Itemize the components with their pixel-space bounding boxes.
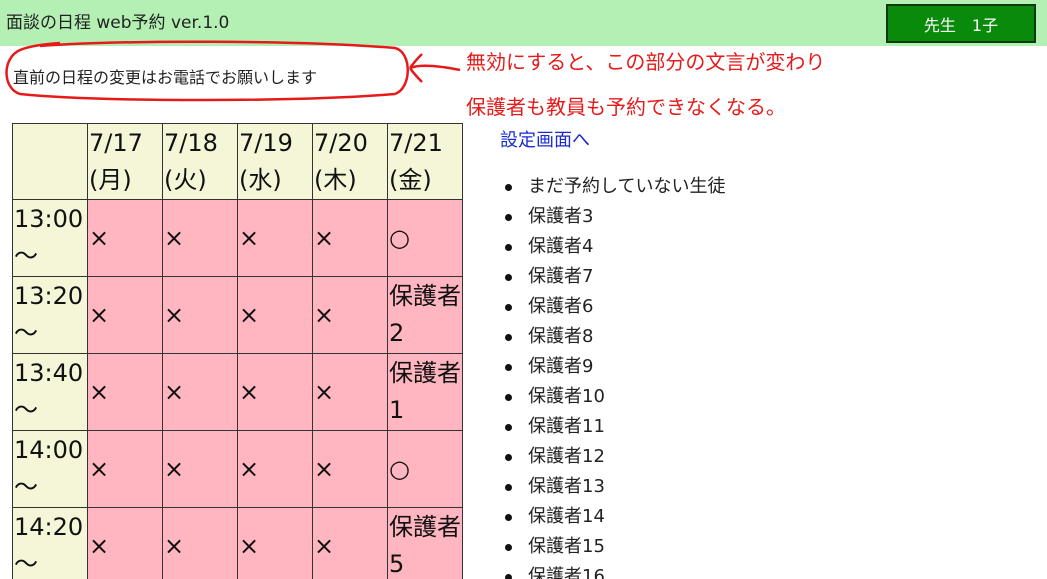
- slot-cell[interactable]: ○: [387, 199, 463, 277]
- list-item: 保護者8: [505, 325, 805, 355]
- time-label: 13:00 〜: [12, 199, 88, 277]
- slot-cell[interactable]: ×: [87, 276, 163, 354]
- slot-cell[interactable]: ×: [162, 199, 238, 277]
- day-date: 7/17: [89, 128, 143, 157]
- slot-cell[interactable]: ×: [162, 353, 238, 431]
- slot-cell[interactable]: ×: [312, 507, 388, 579]
- time-suffix: 〜: [14, 242, 38, 270]
- time-value: 13:40: [14, 359, 84, 387]
- time-label: 13:20 〜: [12, 276, 88, 354]
- app-header: 面談の日程 web予約 ver.1.0 先生 1子: [0, 0, 1047, 46]
- time-slot-row: 14:00 〜 × × × × ○: [12, 430, 463, 508]
- day-header: 7/18 (火): [162, 123, 238, 200]
- slot-cell[interactable]: ×: [312, 276, 388, 354]
- time-label: 14:00 〜: [12, 430, 88, 508]
- slot-cell[interactable]: ×: [87, 199, 163, 277]
- slot-cell[interactable]: ×: [237, 430, 313, 508]
- time-suffix: 〜: [14, 396, 38, 424]
- list-item: 保護者15: [505, 535, 805, 565]
- day-of-week: (月): [89, 165, 132, 194]
- time-label: 13:40 〜: [12, 353, 88, 431]
- corner-cell: [12, 123, 88, 200]
- slot-cell[interactable]: ×: [312, 353, 388, 431]
- day-of-week: (木): [314, 165, 357, 194]
- time-suffix: 〜: [14, 473, 38, 501]
- slot-cell[interactable]: ×: [237, 199, 313, 277]
- time-suffix: 〜: [14, 550, 38, 578]
- slot-cell[interactable]: ×: [237, 276, 313, 354]
- unreserved-list: まだ予約していない生徒 保護者3 保護者4 保護者7 保護者6 保護者8 保護者…: [505, 175, 805, 579]
- time-value: 13:00: [14, 205, 84, 233]
- annotation-line-1: 無効にすると、この部分の文言が変わり: [466, 50, 826, 74]
- slot-cell[interactable]: ×: [87, 507, 163, 579]
- time-value: 14:20: [14, 513, 84, 541]
- list-item: 保護者13: [505, 475, 805, 505]
- day-of-week: (水): [239, 165, 282, 194]
- annotation-line-2: 保護者も教員も予約できなくなる。: [466, 95, 786, 119]
- time-slot-row: 13:20 〜 × × × × 保護者2: [12, 276, 463, 354]
- slot-cell[interactable]: 保護者2: [387, 276, 463, 354]
- time-slot-row: 13:00 〜 × × × × ○: [12, 199, 463, 277]
- slot-cell[interactable]: 保護者1: [387, 353, 463, 431]
- schedule-header-row: 7/17 (月) 7/18 (火) 7/19 (水) 7/20 (木) 7/21 (金): [12, 123, 463, 200]
- day-header: 7/17 (月): [87, 123, 163, 200]
- time-slot-row: 13:40 〜 × × × × 保護者1: [12, 353, 463, 431]
- time-value: 14:00: [14, 436, 84, 464]
- list-item: 保護者16: [505, 565, 805, 579]
- list-item: 保護者4: [505, 235, 805, 265]
- slot-cell[interactable]: ×: [312, 199, 388, 277]
- day-header: 7/21 (金): [387, 123, 463, 200]
- list-item: 保護者10: [505, 385, 805, 415]
- day-header: 7/20 (木): [312, 123, 388, 200]
- day-date: 7/20: [314, 128, 368, 157]
- user-menu-button[interactable]: 先生 1子: [886, 4, 1036, 43]
- slot-cell[interactable]: ×: [87, 430, 163, 508]
- day-date: 7/21: [389, 128, 443, 157]
- day-date: 7/18: [164, 128, 218, 157]
- day-of-week: (金): [389, 165, 432, 194]
- list-item: 保護者6: [505, 295, 805, 325]
- schedule-table: 7/17 (月) 7/18 (火) 7/19 (水) 7/20 (木) 7/21 (金) …: [12, 123, 463, 579]
- time-value: 13:20: [14, 282, 84, 310]
- slot-cell[interactable]: ×: [312, 430, 388, 508]
- list-item: まだ予約していない生徒: [505, 175, 805, 205]
- slot-cell[interactable]: ×: [237, 507, 313, 579]
- time-label: 14:20 〜: [12, 507, 88, 579]
- slot-cell[interactable]: ×: [162, 507, 238, 579]
- list-item: 保護者3: [505, 205, 805, 235]
- time-suffix: 〜: [14, 319, 38, 347]
- list-item: 保護者7: [505, 265, 805, 295]
- slot-cell[interactable]: ×: [162, 430, 238, 508]
- time-slot-row: 14:20 〜 × × × × 保護者5: [12, 507, 463, 579]
- notice-text: 直前の日程の変更はお電話でお願いします: [13, 68, 318, 87]
- list-item: 保護者11: [505, 415, 805, 445]
- slot-cell[interactable]: ×: [87, 353, 163, 431]
- slot-cell[interactable]: ×: [162, 276, 238, 354]
- settings-link[interactable]: 設定画面へ: [500, 126, 590, 152]
- list-item: 保護者12: [505, 445, 805, 475]
- day-header: 7/19 (水): [237, 123, 313, 200]
- list-item: 保護者9: [505, 355, 805, 385]
- day-of-week: (火): [164, 165, 207, 194]
- slot-cell[interactable]: ○: [387, 430, 463, 508]
- list-item: 保護者14: [505, 505, 805, 535]
- slot-cell[interactable]: ×: [237, 353, 313, 431]
- app-title: 面談の日程 web予約 ver.1.0: [6, 13, 230, 33]
- day-date: 7/19: [239, 128, 293, 157]
- slot-cell[interactable]: 保護者5: [387, 507, 463, 579]
